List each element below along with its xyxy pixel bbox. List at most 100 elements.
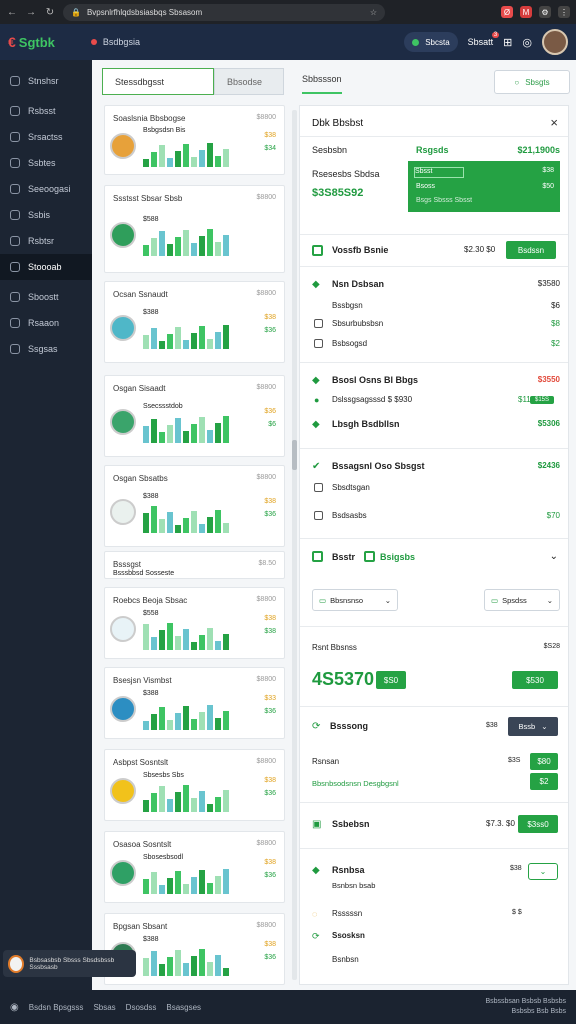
logo-icon: €	[8, 34, 16, 50]
sidebar-item[interactable]: Srsactss	[0, 124, 92, 150]
settings-icon[interactable]: ◎	[522, 36, 532, 49]
sidebar-item[interactable]: Ssgsas	[0, 336, 92, 362]
dropdown-button[interactable]: Bssb ⌄	[508, 717, 558, 736]
forward-icon[interactable]: →	[25, 7, 37, 18]
grid-icon[interactable]: ⊞	[503, 36, 512, 49]
extension-icon[interactable]: ⚙	[539, 6, 551, 18]
card-avatar	[110, 860, 136, 886]
checkbox-icon[interactable]	[364, 551, 375, 562]
card-title: Asbpst Sosntslt	[113, 758, 169, 767]
item-label: Bsdsasbs	[332, 511, 367, 520]
bar	[143, 800, 149, 812]
sidebar-item[interactable]: Rsbsst	[0, 98, 92, 124]
section-price: $S28	[543, 643, 560, 650]
extension-icon[interactable]: Ø	[501, 6, 513, 18]
avatar[interactable]	[542, 29, 568, 55]
chevron-down-icon[interactable]: ⌄	[550, 551, 558, 562]
sidebar-item[interactable]: Stnshsr	[0, 68, 92, 94]
dropdown-button[interactable]: ⌄	[528, 863, 558, 880]
tab-primary[interactable]: Stessdbgsst	[102, 68, 214, 95]
sidebar-item[interactable]: Sboostt	[0, 284, 92, 310]
card-subtitle: Sbosesbsodl	[143, 854, 184, 861]
sidebar-item[interactable]: Ssbis	[0, 202, 92, 228]
status-label: Sbcsta	[425, 37, 450, 47]
tab-detail[interactable]: Sbbssson	[302, 74, 342, 94]
product-card[interactable]: Asbpst Sosntslt $8800 Sbsesbs Sbs $38 $36	[104, 749, 285, 821]
list-scrollbar[interactable]	[292, 110, 297, 980]
bar	[183, 340, 189, 349]
section-title: Nsn Dsbsan	[332, 279, 385, 289]
select-dropdown[interactable]: ▭ Bbsnsnso ⌄	[312, 589, 398, 611]
row-action-button[interactable]: Bsdssn	[506, 241, 556, 259]
product-card[interactable]: Soaslsnia Bbsbogse $8800 Bsbgsdsn Bis $38 $3…	[104, 105, 285, 175]
circle-icon	[10, 292, 20, 302]
back-icon[interactable]: ←	[6, 7, 18, 18]
extension-icon[interactable]: M	[520, 6, 532, 18]
bar	[167, 244, 173, 256]
tag-icon: ◆	[312, 419, 320, 430]
section-title: Lbsgh Bsdbllsn	[332, 419, 400, 429]
product-card[interactable]: Ssstsst Sbsar Sbsb $8800 $588	[104, 185, 285, 273]
footer: ◉ Bsdsn Bpsgsss Sbsas Dsosdss Bsasgses B…	[0, 990, 576, 1024]
product-card[interactable]: Osasoa Sosntslt $8800 Sbosesbsodl $38 $36	[104, 831, 285, 903]
breadcrumb[interactable]: Bsdbgsia	[90, 37, 140, 47]
lock-icon: 🔒	[71, 7, 81, 17]
item-chip[interactable]: $15S	[530, 396, 554, 404]
total-button[interactable]: $530	[512, 671, 558, 689]
item-price: $11	[518, 395, 531, 404]
footer-link[interactable]: Sbsas	[93, 1003, 115, 1012]
status-pill[interactable]: Sbcsta	[404, 32, 458, 52]
sidebar-item[interactable]: Seeoogasi	[0, 176, 92, 202]
checkbox-icon[interactable]	[312, 551, 323, 562]
select-dropdown[interactable]: ▭ Spsdss ⌄	[484, 589, 560, 611]
card-bar-chart	[143, 139, 229, 167]
card-subtitle: $588	[143, 216, 159, 223]
product-card[interactable]: Roebcs Beoja Sbsac $8800 $558 $38 $38	[104, 587, 285, 659]
bar	[143, 624, 149, 650]
item-button[interactable]: $80	[530, 753, 558, 770]
folder-icon: ▭	[319, 595, 327, 605]
menu-icon[interactable]: ⋮	[558, 6, 570, 18]
close-icon[interactable]: ×	[550, 115, 558, 130]
highlight-box[interactable]: Sbsst $38 Bsoss $50 Bsgs Sbsss Sbsst	[408, 161, 560, 212]
row-action-button[interactable]: $3ss0	[518, 815, 558, 833]
sidebar-item[interactable]: Rsbtsr	[0, 228, 92, 254]
bookmark-star-icon[interactable]: ☆	[370, 8, 377, 17]
app-logo[interactable]: € Sgtbk	[8, 34, 55, 50]
card-avatar	[110, 222, 136, 248]
tab-secondary[interactable]: Bbsodse	[214, 68, 284, 95]
footer-link[interactable]: Dsosdss	[126, 1003, 157, 1012]
footer-meta-line: Bsbsbs Bsb Bsbs	[511, 1008, 566, 1015]
item-button[interactable]: $2	[530, 773, 558, 790]
add-button[interactable]: ○ Sbsgts	[494, 70, 570, 94]
section-title: Rsnt Bbsnss	[312, 643, 357, 652]
checkbox-icon[interactable]	[312, 245, 323, 256]
chart-icon	[10, 184, 20, 194]
box-icon	[314, 319, 323, 328]
scroll-thumb[interactable]	[292, 440, 297, 470]
total-chip[interactable]: $S0	[376, 671, 406, 689]
product-card[interactable]: Ocsan Ssnaudt $8800 $388 $38 $36	[104, 281, 285, 363]
user-menu[interactable]: Sbsatt 3	[468, 32, 500, 47]
section-title: Rsnbsa	[332, 865, 365, 875]
product-card[interactable]: Osgan Sbsatbs $8800 $388 $38 $36	[104, 465, 285, 547]
tab-label: Bbsodse	[227, 76, 263, 87]
bar	[207, 517, 213, 533]
minimized-chat[interactable]: Bsbsasbsb Sbsss Sbsdsbssb Sssbsasb	[3, 950, 136, 977]
sidebar-item[interactable]: Ssbtes	[0, 150, 92, 176]
product-card[interactable]: Osgan Sisaadt $8800 Ssecssstdob $36 $6	[104, 375, 285, 457]
reload-icon[interactable]: ↻	[44, 7, 56, 18]
tab-label: Stessdbgsst	[115, 76, 165, 87]
card-price: $8800	[256, 114, 276, 121]
help-icon[interactable]: ◉	[10, 1002, 19, 1013]
sidebar: Stnshsr Rsbsst Srsactss Ssbtes Seeoogasi…	[0, 60, 92, 990]
footer-link[interactable]: Bsdsn Bpsgsss	[29, 1003, 84, 1012]
footer-link[interactable]: Bsasgses	[166, 1003, 201, 1012]
product-card[interactable]: Bsssgst $8.50 Bsssbbsd Sosseste	[104, 551, 285, 579]
sidebar-item-active[interactable]: Stoooab	[0, 254, 92, 280]
section-title-secondary: Bsigsbs	[380, 552, 416, 562]
sidebar-item[interactable]: Rsaaon	[0, 310, 92, 336]
bar	[207, 430, 213, 443]
address-bar[interactable]: 🔒 Bvpsnlrfhlqdsbsiasbqs Sbsasom ☆	[63, 3, 385, 21]
product-card[interactable]: Bsesjsn Vismbst $8800 $388 $33 $36	[104, 667, 285, 739]
